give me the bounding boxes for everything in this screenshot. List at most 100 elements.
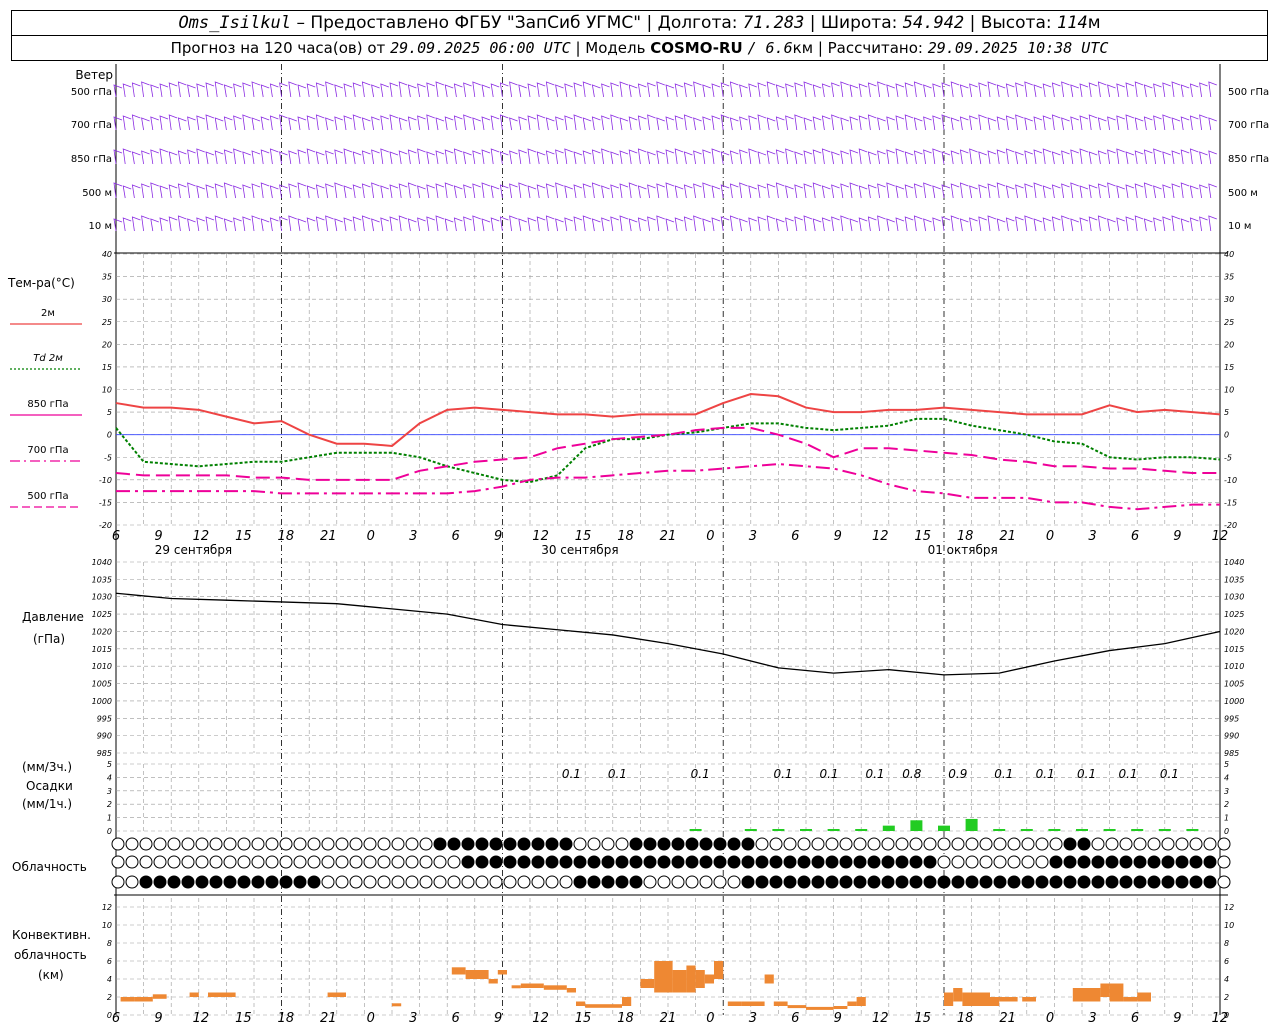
convective-title-2: облачность <box>14 948 87 962</box>
precip-amount-label: 0.1 <box>1036 767 1055 781</box>
wind-barb <box>141 183 150 199</box>
wind-barb <box>1171 183 1181 199</box>
cloud-cover-symbol <box>475 837 489 851</box>
wind-barb <box>1153 115 1162 131</box>
cloud-cover-symbol <box>741 855 755 869</box>
cloud-cover-symbol <box>629 875 643 889</box>
wind-barb <box>610 114 619 131</box>
wind-barb <box>536 184 546 199</box>
convective-segment <box>208 992 236 997</box>
wind-barb <box>371 84 380 98</box>
cloud-cover-symbol <box>461 855 475 869</box>
hour-label: 0 <box>367 529 375 544</box>
cloud-cover-symbol <box>167 837 181 851</box>
wind-level-left: 500 м <box>82 188 112 199</box>
wind-barb <box>242 184 251 199</box>
wind-barb <box>141 117 150 131</box>
wind-barb <box>343 115 353 131</box>
wind-barb <box>472 183 481 199</box>
wind-barb <box>380 148 389 165</box>
wind-barb <box>637 148 647 165</box>
cloud-cover-symbol <box>1049 875 1063 889</box>
cloud-cover-symbol <box>363 855 377 869</box>
wind-barb <box>426 82 435 98</box>
wind-barb <box>509 117 518 131</box>
wind-barb <box>775 149 785 165</box>
cloud-cover-symbol <box>1147 855 1161 869</box>
cloud-cover-symbol <box>769 875 783 889</box>
precip-bar <box>993 829 1006 831</box>
wind-barb <box>113 149 123 165</box>
wind-barb <box>444 116 454 131</box>
wind-barb <box>1189 148 1199 165</box>
wind-barb <box>1070 116 1079 131</box>
convective-segment <box>806 1006 834 1010</box>
cloud-cover-symbol <box>1175 837 1189 851</box>
precip-title: Осадки <box>26 779 73 793</box>
cloud-cover-symbol <box>545 875 559 889</box>
wind-barb <box>1070 149 1079 165</box>
cloud-cover-symbol <box>447 855 461 869</box>
cloud-cover-symbol <box>587 837 601 851</box>
wind-barb <box>361 215 371 232</box>
wind-barb <box>205 82 215 98</box>
wind-barb <box>233 148 242 165</box>
wind-barb <box>527 185 537 199</box>
wind-barb <box>187 116 196 131</box>
cloud-cover-symbol <box>405 837 419 851</box>
wind-barb <box>1134 81 1144 98</box>
hour-label: 15 <box>914 529 931 544</box>
wind-barb <box>693 215 702 232</box>
wind-barb <box>840 215 849 232</box>
wind-barb <box>969 83 978 98</box>
wind-barb <box>904 216 914 232</box>
wind-barb <box>472 117 481 131</box>
cloud-cover-symbol <box>1133 875 1147 889</box>
wind-barb <box>371 149 380 165</box>
convective-segment <box>1137 992 1151 1002</box>
wind-barb <box>1116 217 1125 232</box>
wind-barb <box>527 115 537 131</box>
cloud-cover-symbol <box>279 875 293 889</box>
wind-barb <box>490 148 500 165</box>
wind-barb <box>693 117 702 131</box>
wind-barb <box>1051 114 1061 131</box>
wind-barb <box>1143 149 1153 165</box>
wind-barb <box>877 150 886 165</box>
wind-barb <box>122 148 132 165</box>
wind-barb <box>1005 115 1015 131</box>
temp-legend-label: 2м <box>41 308 55 319</box>
wind-barb <box>683 216 693 232</box>
wind-barb <box>1061 117 1070 131</box>
wind-barbs-layer <box>113 81 1217 232</box>
wind-barb <box>499 216 509 232</box>
cloud-cover-symbol <box>461 837 475 851</box>
cloud-cover-symbol <box>377 855 391 869</box>
wind-barb <box>987 150 997 165</box>
wind-barb <box>748 217 757 232</box>
wind-barb <box>187 149 196 165</box>
precip-tick-left: 0 <box>107 827 112 836</box>
convective-unit: (км) <box>38 968 64 982</box>
wind-barb <box>499 114 509 131</box>
cloud-cover-symbol <box>909 837 923 851</box>
wind-barb <box>518 218 527 232</box>
wind-barb <box>619 215 629 232</box>
temperature-title: Тем-ра(°C) <box>7 276 75 290</box>
convective-segment <box>511 985 521 989</box>
convective-segment <box>953 988 963 1002</box>
cloud-cover-symbol <box>209 837 223 851</box>
wind-barb <box>987 183 997 199</box>
wind-barb <box>1143 218 1153 232</box>
wind-barb <box>711 148 721 165</box>
cloud-cover-symbol <box>153 837 167 851</box>
wind-barb <box>821 148 831 165</box>
wind-barb <box>785 185 794 199</box>
cloud-cover-symbol <box>167 855 181 869</box>
wind-barb <box>1015 151 1024 165</box>
cloud-cover-symbol <box>825 855 839 869</box>
wind-barb <box>269 217 279 232</box>
cloud-cover-symbol <box>181 875 195 889</box>
hour-label-bottom: 21 <box>999 1011 1016 1024</box>
wind-barb <box>1162 184 1171 199</box>
